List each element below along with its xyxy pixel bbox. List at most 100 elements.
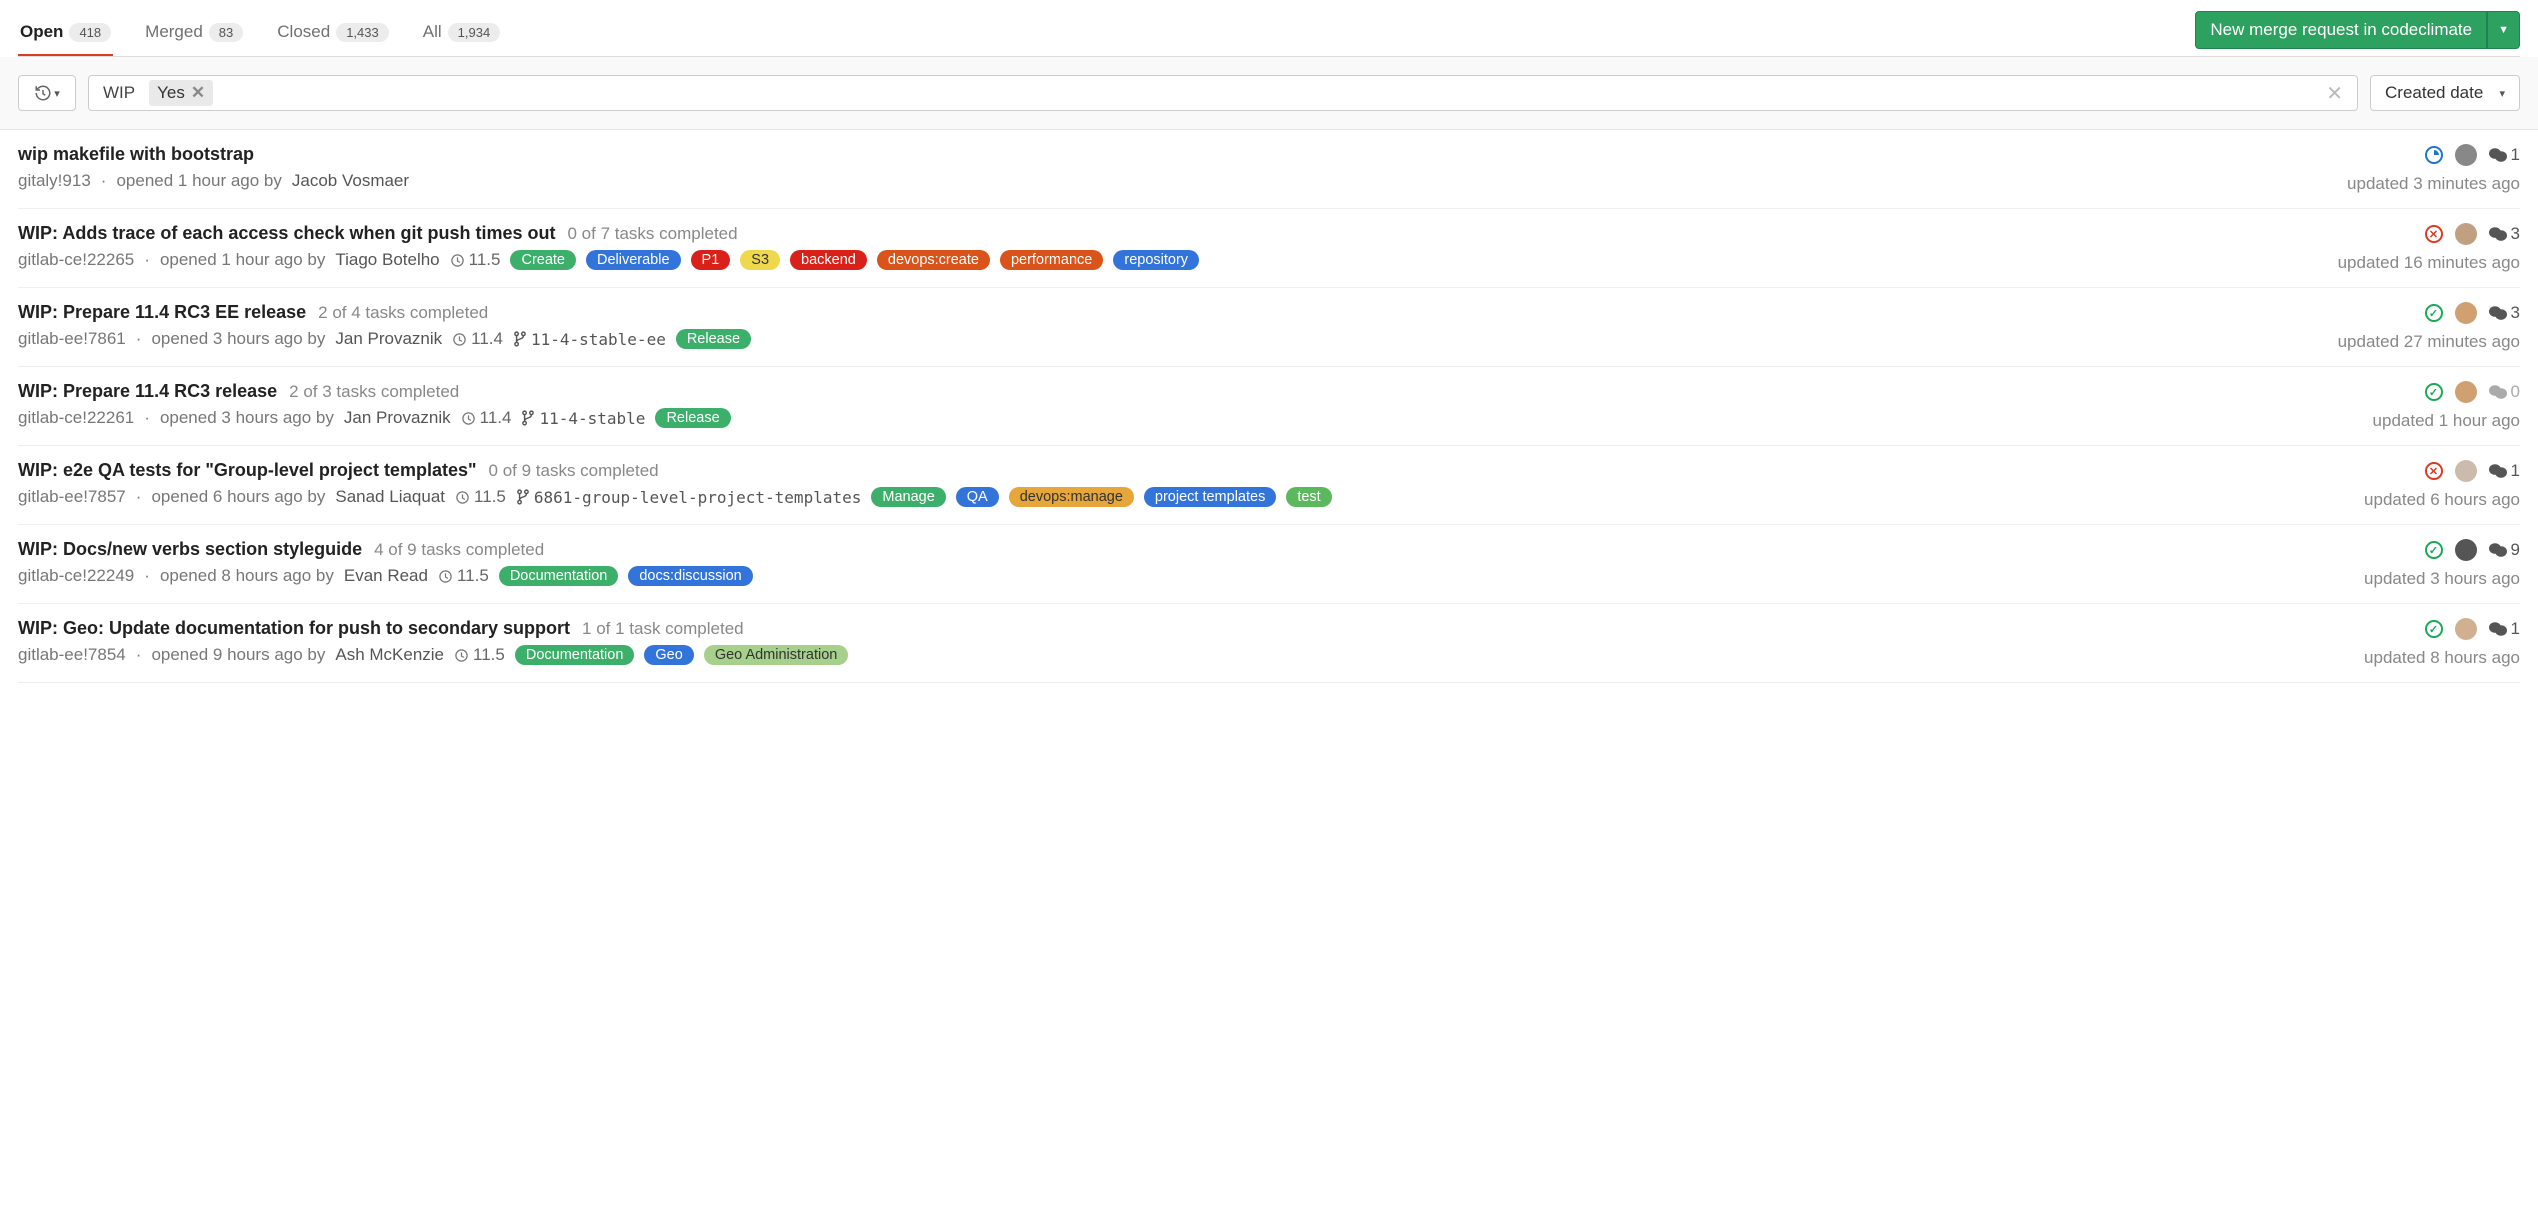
clear-filter-icon[interactable]: ✕ [2320,81,2349,106]
mr-main: wip makefile with bootstrapgitaly!913 · … [18,144,2274,194]
mr-tasks: 2 of 4 tasks completed [318,303,488,323]
comments-icon [2489,621,2507,637]
mr-title-link[interactable]: WIP: e2e QA tests for "Group-level proje… [18,460,477,481]
pipeline-status-icon[interactable]: ✕ [2425,225,2443,243]
mr-label[interactable]: Create [510,250,576,270]
mr-reference[interactable]: gitlab-ce!22261 [18,408,134,428]
pipeline-status-icon[interactable]: ✓ [2425,541,2443,559]
comments-link[interactable]: 0 [2489,382,2520,402]
mr-right-top: ✕1 [2425,460,2520,482]
mr-opened-text: opened 9 hours ago by [151,645,325,665]
comments-link[interactable]: 9 [2489,540,2520,560]
mr-author-link[interactable]: Jan Provaznik [344,408,451,428]
mr-branch[interactable]: 6861-group-level-project-templates [516,488,862,507]
pipeline-status-icon[interactable]: ✓ [2425,383,2443,401]
mr-title-link[interactable]: WIP: Prepare 11.4 RC3 EE release [18,302,306,323]
mr-reference[interactable]: gitaly!913 [18,171,91,191]
comments-link[interactable]: 1 [2489,461,2520,481]
mr-label[interactable]: Release [676,329,751,349]
mr-milestone[interactable]: 11.5 [454,645,505,665]
mr-label[interactable]: P1 [691,250,731,270]
comments-link[interactable]: 1 [2489,619,2520,639]
comments-link[interactable]: 3 [2489,303,2520,323]
branch-icon [513,331,527,347]
new-merge-request-dropdown[interactable]: ▼ [2487,11,2520,49]
mr-milestone[interactable]: 11.4 [461,408,512,428]
mr-label[interactable]: backend [790,250,867,270]
mr-label[interactable]: Documentation [515,645,635,665]
new-merge-request-button[interactable]: New merge request in codeclimate [2195,11,2487,49]
mr-label[interactable]: devops:create [877,250,990,270]
mr-reference[interactable]: gitlab-ee!7861 [18,329,126,349]
tab-merged-count: 83 [209,23,243,42]
mr-label[interactable]: Release [655,408,730,428]
mr-updated: updated 6 hours ago [2364,490,2520,510]
tab-merged[interactable]: Merged 83 [143,10,245,56]
mr-title-link[interactable]: WIP: Prepare 11.4 RC3 release [18,381,277,402]
mr-milestone[interactable]: 11.5 [450,250,501,270]
assignee-avatar[interactable] [2455,302,2477,324]
mr-author-link[interactable]: Sanad Liaquat [335,487,445,507]
assignee-avatar[interactable] [2455,460,2477,482]
mr-title-line: WIP: Docs/new verbs section styleguide4 … [18,539,2274,560]
mr-label[interactable]: Documentation [499,566,619,586]
comments-count: 9 [2511,540,2520,560]
mr-title-link[interactable]: WIP: Geo: Update documentation for push … [18,618,570,639]
mr-title-link[interactable]: WIP: Adds trace of each access check whe… [18,223,555,244]
assignee-avatar[interactable] [2455,539,2477,561]
mr-milestone[interactable]: 11.4 [452,329,503,349]
remove-filter-icon[interactable]: ✕ [191,83,205,103]
sort-dropdown[interactable]: Created date ▾ [2370,75,2520,111]
milestone-icon [461,411,476,426]
mr-label[interactable]: Geo [644,645,693,665]
assignee-avatar[interactable] [2455,223,2477,245]
mr-author-link[interactable]: Evan Read [344,566,428,586]
mr-reference[interactable]: gitlab-ee!7854 [18,645,126,665]
mr-author-link[interactable]: Tiago Botelho [335,250,439,270]
pipeline-status-icon[interactable]: ✓ [2425,620,2443,638]
mr-reference[interactable]: gitlab-ee!7857 [18,487,126,507]
filter-input[interactable]: WIP Yes ✕ ✕ [88,75,2358,111]
separator: · [144,250,150,270]
mr-label[interactable]: repository [1113,250,1199,270]
mr-label[interactable]: S3 [740,250,780,270]
mr-title-link[interactable]: WIP: Docs/new verbs section styleguide [18,539,362,560]
merge-request-item: WIP: Prepare 11.4 RC3 release2 of 3 task… [18,367,2520,446]
mr-label[interactable]: performance [1000,250,1103,270]
mr-label[interactable]: test [1286,487,1331,507]
mr-milestone-text: 11.5 [469,250,501,270]
tab-all[interactable]: All 1,934 [421,10,502,56]
mr-label[interactable]: devops:manage [1009,487,1134,507]
mr-author-link[interactable]: Ash McKenzie [335,645,444,665]
mr-label[interactable]: Deliverable [586,250,681,270]
assignee-avatar[interactable] [2455,381,2477,403]
assignee-avatar[interactable] [2455,618,2477,640]
mr-right-top: 1 [2425,144,2520,166]
assignee-avatar[interactable] [2455,144,2477,166]
mr-label[interactable]: Manage [871,487,945,507]
comments-link[interactable]: 1 [2489,145,2520,165]
mr-reference[interactable]: gitlab-ce!22249 [18,566,134,586]
pipeline-status-icon[interactable] [2425,146,2443,164]
tabs-row: Open 418 Merged 83 Closed 1,433 All 1,93… [18,10,2520,57]
mr-branch[interactable]: 11-4-stable-ee [513,330,666,349]
mr-label[interactable]: project templates [1144,487,1276,507]
filter-history-button[interactable]: ▾ [18,75,76,111]
tab-open[interactable]: Open 418 [18,10,113,56]
mr-main: WIP: Prepare 11.4 RC3 release2 of 3 task… [18,381,2274,431]
mr-label[interactable]: QA [956,487,999,507]
mr-label[interactable]: docs:discussion [628,566,752,586]
comments-link[interactable]: 3 [2489,224,2520,244]
tab-closed[interactable]: Closed 1,433 [275,10,390,56]
mr-author-link[interactable]: Jacob Vosmaer [292,171,409,191]
mr-author-link[interactable]: Jan Provaznik [335,329,442,349]
mr-milestone[interactable]: 11.5 [438,566,489,586]
mr-reference[interactable]: gitlab-ce!22265 [18,250,134,270]
pipeline-status-icon[interactable]: ✕ [2425,462,2443,480]
mr-branch[interactable]: 11-4-stable [521,409,645,428]
mr-title-link[interactable]: wip makefile with bootstrap [18,144,254,165]
mr-milestone[interactable]: 11.5 [455,487,506,507]
mr-label[interactable]: Geo Administration [704,645,849,665]
merge-request-item: WIP: Docs/new verbs section styleguide4 … [18,525,2520,604]
pipeline-status-icon[interactable]: ✓ [2425,304,2443,322]
